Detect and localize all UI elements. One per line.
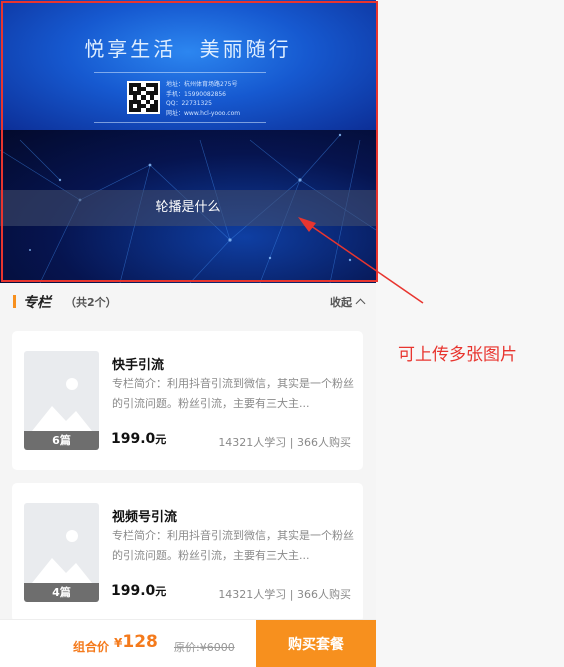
contact-line: QQ：22731325 — [166, 100, 212, 107]
combo-price-label: 组合价 — [73, 640, 110, 654]
buy-package-button[interactable]: 购买套餐 — [256, 620, 376, 667]
course-title: 快手引流 — [112, 358, 165, 373]
section-accent-bar — [13, 295, 16, 308]
banner-contact-info: 地址：杭州体育场路275号 手机：15990082856 QQ：22731325… — [166, 80, 240, 118]
banner-divider-top — [94, 72, 266, 73]
course-thumbnail: 6篇 — [24, 351, 99, 450]
annotation-text: 可上传多张图片 — [398, 345, 517, 365]
section-count: （共2个） — [65, 296, 117, 309]
price-value: 199.0 — [111, 431, 156, 447]
course-price: 199.0元 — [111, 431, 166, 447]
arrow-icon — [298, 217, 424, 304]
purchase-bar: 组合价 ¥128 原价:¥6000 购买套餐 — [0, 619, 376, 667]
section-title: 专栏 — [23, 295, 51, 311]
article-count-badge: 4篇 — [24, 583, 99, 602]
combo-price: ¥128 — [114, 632, 158, 652]
original-price: 原价:¥6000 — [174, 641, 235, 654]
course-card[interactable]: 4篇 视频号引流 专栏简介：利用抖音引流到微信，其实是一个粉丝的引流问题。粉丝引… — [12, 483, 363, 622]
course-stats: 14321人学习 | 366人购买 — [218, 588, 351, 601]
course-card[interactable]: 6篇 快手引流 专栏简介：利用抖音引流到微信，其实是一个粉丝的引流问题。粉丝引流… — [12, 331, 363, 470]
course-price: 199.0元 — [111, 583, 166, 599]
qr-code-icon — [127, 81, 160, 114]
combo-price-value: 128 — [122, 632, 158, 652]
course-description: 专栏简介：利用抖音引流到微信，其实是一个粉丝的引流问题。粉丝引流，主要有三大主.… — [112, 377, 354, 410]
price-value: 199.0 — [111, 583, 156, 599]
contact-line: 地址：杭州体育场路275号 — [166, 81, 238, 88]
price-unit: 元 — [155, 433, 167, 446]
course-thumbnail: 4篇 — [24, 503, 99, 602]
course-stats: 14321人学习 | 366人购买 — [218, 436, 351, 449]
contact-line: 手机：15990082856 — [166, 90, 226, 98]
contact-line: 网址：www.hcl-yooo.com — [166, 109, 241, 117]
banner-divider-bottom — [94, 122, 266, 123]
course-title: 视频号引流 — [112, 510, 178, 525]
banner-slogan: 悦享生活 美丽随行 — [84, 37, 292, 61]
article-count-badge: 6篇 — [24, 431, 99, 450]
course-description: 专栏简介：利用抖音引流到微信，其实是一个粉丝的引流问题。粉丝引流，主要有三大主.… — [112, 529, 354, 562]
price-unit: 元 — [155, 585, 167, 598]
phone-screen: 悦享生活 美丽随行 地址：杭州体育场路275号 手机：15990082856 Q… — [0, 0, 376, 667]
